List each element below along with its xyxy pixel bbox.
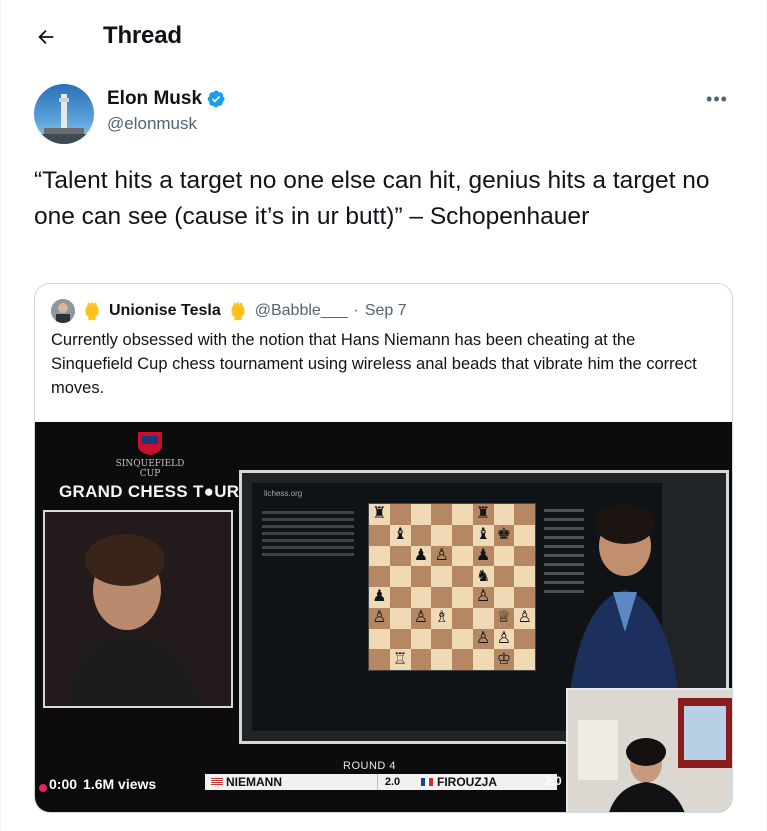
video-stats: 0:00 1.6M views [49, 774, 156, 794]
player-right-name: FIROUZJA [437, 775, 497, 789]
thread-header: Thread [1, 0, 766, 70]
us-flag-icon [211, 778, 223, 786]
site-label: lichess.org [264, 489, 303, 498]
quoted-tweet-text: Currently obsessed with the notion that … [51, 331, 697, 397]
raised-fist-emoji-icon [85, 302, 99, 321]
grand-chess-tour-title: GRAND CHESS T●UR [59, 482, 240, 501]
author-handle[interactable]: @elonmusk [107, 114, 197, 134]
raised-fist-emoji-icon [231, 302, 245, 321]
video-views: 1.6M views [83, 776, 157, 792]
sinquefield-logo: SINQUEFIELD CUP [105, 430, 195, 479]
author-name[interactable]: Elon Musk [107, 88, 226, 110]
streamer-webcam [566, 688, 732, 812]
chess-board: ♜ ♜ ♝ ♝ ♚ ♟ ♙ ♟ ♞ ♟ ♙ ♙ ♙ ♗ ♕ ♙ ♙ ♙ ♖ ♔ [368, 503, 536, 671]
more-horizontal-icon: ••• [706, 88, 728, 109]
scoreboard: NIEMANN 2.0 FIROUZJA [205, 774, 557, 790]
quoted-tweet[interactable]: Unionise Tesla @Babble___ · Sep 7 Curren… [34, 283, 733, 813]
player-camera-feed [43, 510, 233, 708]
quoted-author-avatar[interactable] [51, 299, 75, 323]
quoted-tweet-date[interactable]: Sep 7 [365, 302, 407, 320]
player-left-name: NIEMANN [226, 775, 282, 789]
back-button[interactable] [31, 22, 61, 52]
progress-indicator-icon[interactable] [39, 784, 47, 792]
france-flag-icon [421, 778, 433, 786]
quoted-tweet-header: Unionise Tesla @Babble___ · Sep 7 [51, 298, 407, 324]
author-name-text: Elon Musk [107, 88, 203, 109]
round-label: ROUND 4 [343, 760, 397, 772]
video-time: 0:00 [49, 776, 78, 792]
separator-dot: · [353, 302, 359, 319]
arrow-left-icon [38, 29, 54, 45]
player-left: NIEMANN [205, 774, 377, 790]
quoted-author-handle[interactable]: @Babble___ [255, 302, 348, 320]
page-title: Thread [103, 22, 182, 49]
player-right-score: 2.0 [545, 774, 562, 788]
author-avatar[interactable] [34, 84, 94, 144]
more-options-button[interactable]: ••• [704, 88, 730, 110]
player-right: FIROUZJA [407, 774, 557, 790]
player-left-score: 2.0 [377, 774, 407, 790]
quoted-author-name[interactable]: Unionise Tesla [109, 302, 221, 320]
tweet-text: “Talent hits a target no one else can hi… [34, 167, 710, 230]
video-player[interactable]: SINQUEFIELD CUP GRAND CHESS T●UR lichess… [35, 422, 732, 812]
thread-page: Thread Elon Musk @elonmusk ••• “Talent h… [0, 0, 767, 831]
move-list [262, 507, 354, 560]
sinquefield-logo-text: SINQUEFIELD CUP [115, 459, 185, 479]
verified-badge-icon [207, 90, 225, 108]
